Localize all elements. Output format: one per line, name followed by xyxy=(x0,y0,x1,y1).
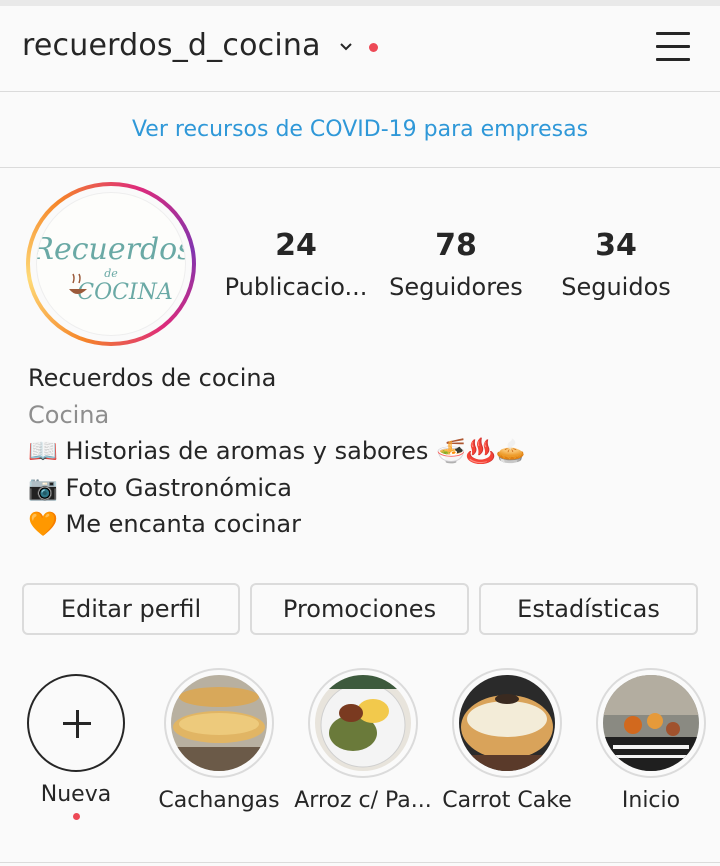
profile-bio: Recuerdos de cocina Cocina 📖 Historias d… xyxy=(28,360,526,543)
posts-stat[interactable]: 24 Publicacio... xyxy=(225,226,368,308)
highlight-new[interactable]: Nueva xyxy=(21,668,131,820)
highlight-label: Cachangas xyxy=(158,788,280,813)
highlight-item[interactable]: Arroz c/ Pa... xyxy=(294,668,432,813)
highlight-cover-image xyxy=(315,675,411,771)
following-count: 34 xyxy=(595,228,637,263)
divider xyxy=(0,862,720,863)
notification-dot xyxy=(369,43,378,52)
top-bar: recuerdos_d_cocina xyxy=(0,6,720,92)
followers-count: 78 xyxy=(435,228,477,263)
svg-text:de: de xyxy=(104,267,118,280)
add-highlight-circle[interactable] xyxy=(27,674,125,772)
posts-count: 24 xyxy=(275,228,317,263)
menu-icon[interactable] xyxy=(654,28,692,66)
highlight-label: Inicio xyxy=(621,788,681,813)
highlight-label: Nueva xyxy=(40,782,112,807)
followers-stat[interactable]: 78 Seguidores xyxy=(386,226,526,308)
highlight-item[interactable]: Carrot Cake xyxy=(442,668,572,813)
followers-label: Seguidores xyxy=(389,273,523,301)
svg-text:Recuerdos: Recuerdos xyxy=(37,232,186,267)
insights-button[interactable]: Estadísticas xyxy=(479,583,698,635)
new-indicator-dot xyxy=(72,813,80,820)
username-switcher[interactable]: recuerdos_d_cocina xyxy=(22,28,321,63)
bio-line: 🧡 Me encanta cocinar xyxy=(28,510,301,538)
following-stat[interactable]: 34 Seguidos xyxy=(556,226,676,308)
highlight-item[interactable]: Inicio xyxy=(596,668,706,813)
avatar-logo: Recuerdos de COCINA xyxy=(36,192,186,336)
highlight-cover-image xyxy=(459,675,555,771)
highlight-label: Carrot Cake xyxy=(442,788,572,813)
covid-resources-link[interactable]: Ver recursos de COVID-19 para empresas xyxy=(132,117,588,142)
edit-profile-button[interactable]: Editar perfil xyxy=(22,583,240,635)
profile-name: Recuerdos de cocina xyxy=(28,364,277,392)
following-label: Seguidos xyxy=(561,273,671,301)
chevron-down-icon[interactable] xyxy=(338,39,354,55)
promotions-button[interactable]: Promociones xyxy=(250,583,469,635)
highlight-label: Arroz c/ Pa... xyxy=(294,788,432,813)
avatar[interactable]: Recuerdos de COCINA xyxy=(26,182,196,346)
highlight-cover-image xyxy=(171,675,267,771)
covid-banner: Ver recursos de COVID-19 para empresas xyxy=(0,92,720,168)
bio-line: 📖 Historias de aromas y sabores 🍜♨️🥧 xyxy=(28,437,526,465)
highlight-item[interactable]: Cachangas xyxy=(158,668,280,813)
profile-category[interactable]: Cocina xyxy=(28,397,526,434)
posts-label: Publicacio... xyxy=(224,273,368,301)
highlight-cover-image xyxy=(603,675,699,771)
svg-text:COCINA: COCINA xyxy=(77,280,173,305)
bio-line: 📷 Foto Gastronómica xyxy=(28,473,292,502)
